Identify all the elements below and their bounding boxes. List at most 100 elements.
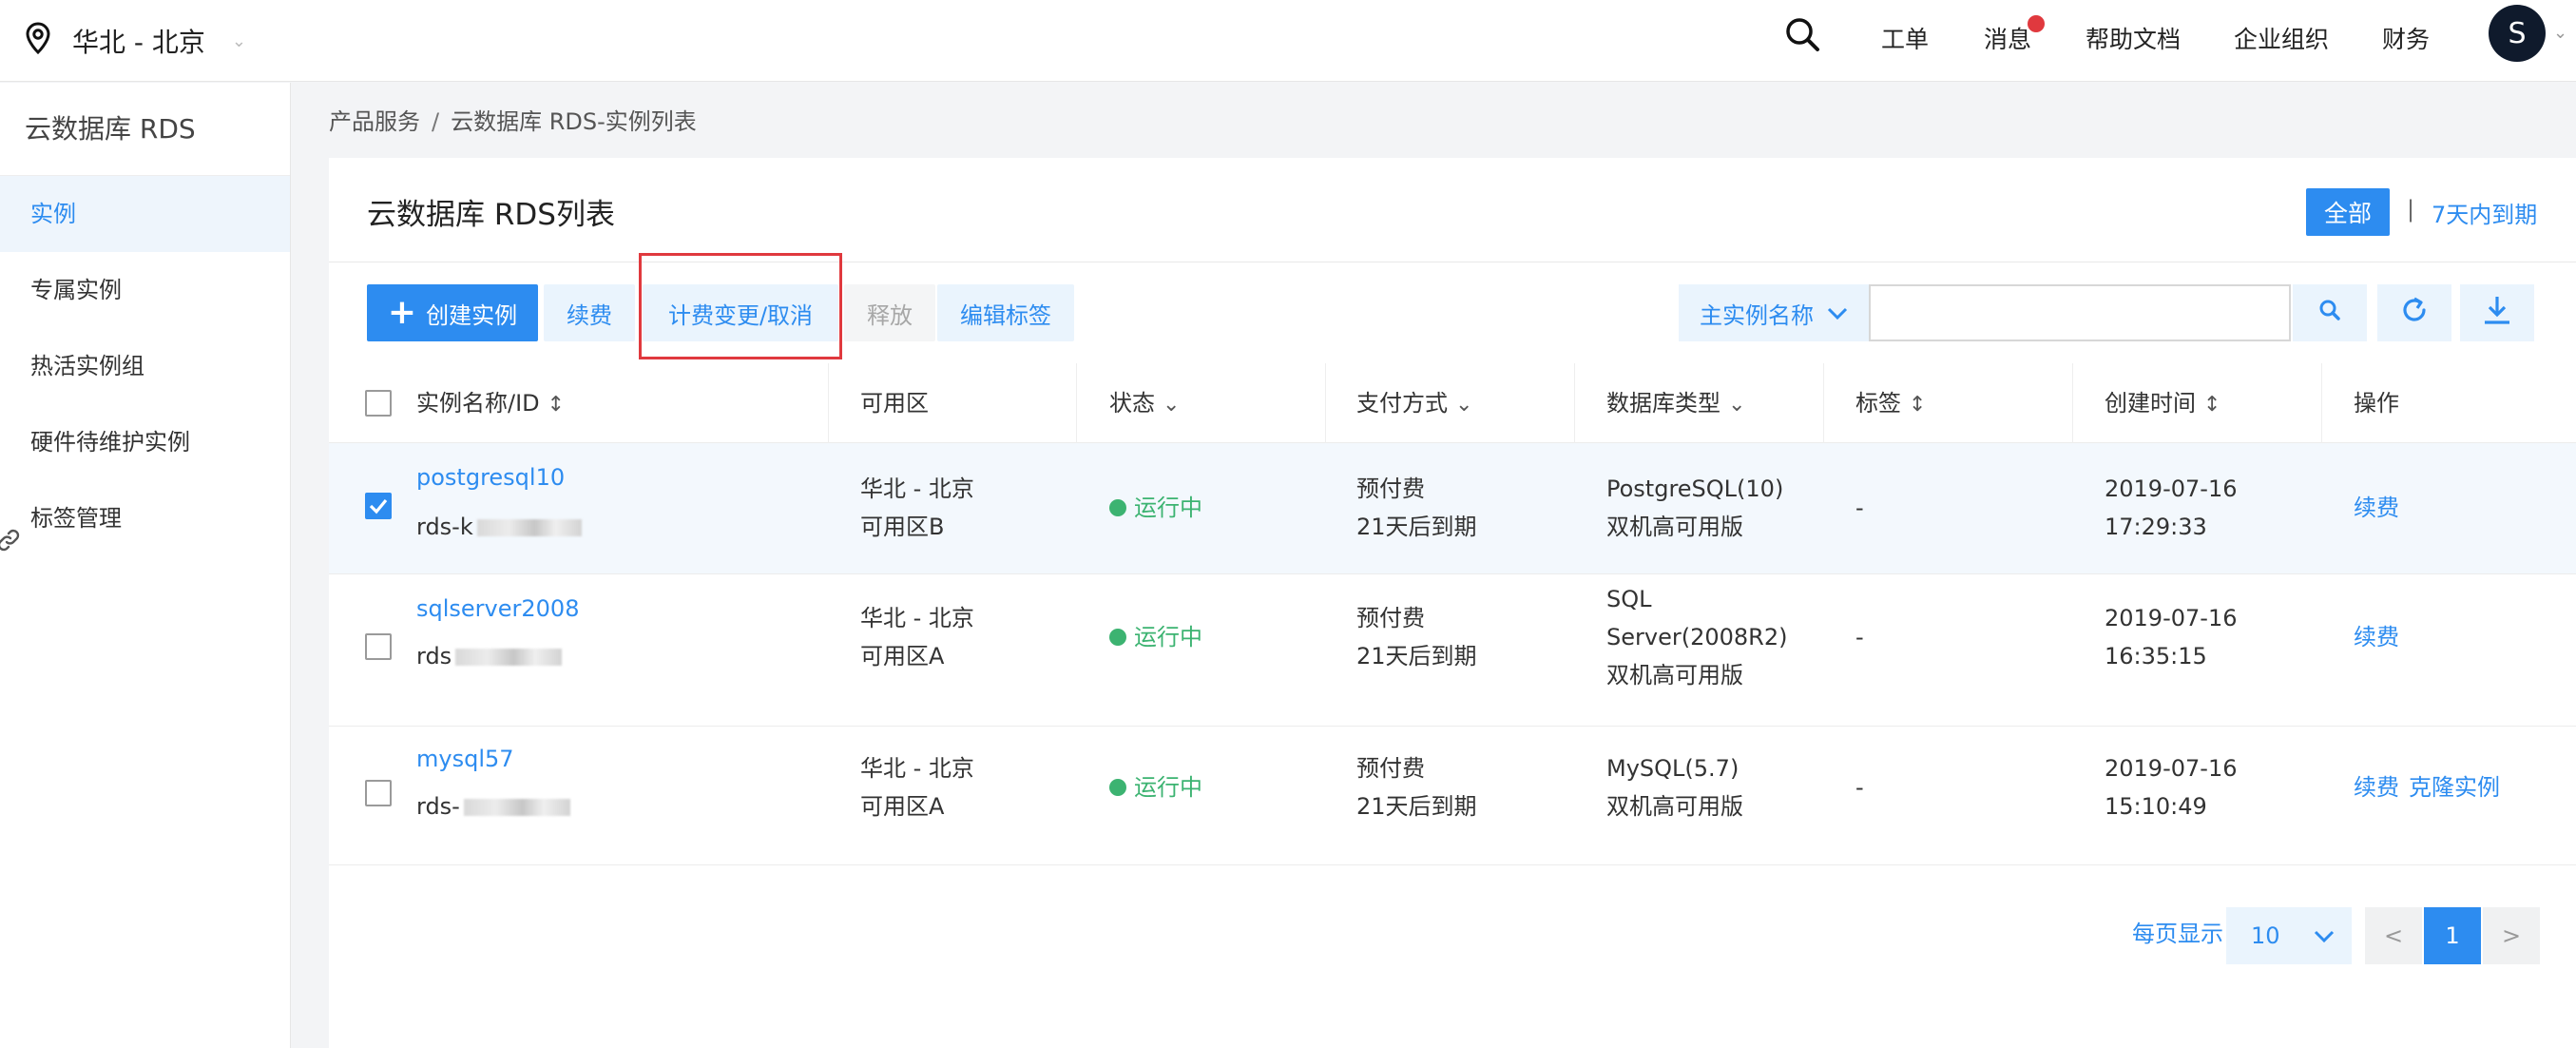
sidebar-item-label: 硬件待维护实例 xyxy=(30,429,190,456)
chevron-down-icon: ⌄ xyxy=(1455,393,1473,417)
zone-name: 可用区A xyxy=(860,643,945,670)
sidebar-item-label: 专属实例 xyxy=(30,277,122,303)
sidebar-item-tag-management[interactable]: 标签管理 xyxy=(0,480,290,556)
db-edition: 双机高可用版 xyxy=(1606,793,1743,820)
payment-expiry: 21天后到期 xyxy=(1356,643,1477,670)
page-title: 云数据库 RDS列表 xyxy=(367,198,615,232)
table-header: 实例名称/ID ↕ 可用区 状态 ⌄ 支付方式 ⌄ 数据库类型 ⌄ 标签 ↕ 创建时间 ↕ … xyxy=(329,363,2576,443)
header-actions: 操作 xyxy=(2354,390,2399,417)
download-icon xyxy=(2481,294,2513,332)
payment-type: 预付费 xyxy=(1356,605,1425,631)
renew-link[interactable]: 续费 xyxy=(2354,618,2399,656)
header-name[interactable]: 实例名称/ID ↕ xyxy=(416,363,565,443)
sort-icon: ↕ xyxy=(2203,393,2221,417)
nav-docs[interactable]: 帮助文档 xyxy=(2086,21,2181,59)
top-bar: 华北 - 北京 ⌄ 工单 消息 帮助文档 企业组织 财务 S ⌄ xyxy=(0,0,2576,82)
sidebar-item-hot-active-group[interactable]: 热活实例组 xyxy=(0,328,290,404)
renew-link[interactable]: 续费 xyxy=(2354,489,2399,527)
header-tags[interactable]: 标签 ↕ xyxy=(1855,363,1926,443)
per-page-select[interactable]: 10 xyxy=(2226,907,2352,964)
download-button[interactable] xyxy=(2460,284,2534,341)
edit-tags-button[interactable]: 编辑标签 xyxy=(937,284,1074,341)
header-db-type[interactable]: 数据库类型 ⌄ xyxy=(1606,363,1745,443)
status-badge: 运行中 xyxy=(1109,489,1202,527)
search-field-selector[interactable]: 主实例名称 xyxy=(1679,284,1869,341)
chevron-down-icon[interactable]: ⌄ xyxy=(2553,23,2567,43)
search-icon xyxy=(2318,299,2341,327)
release-button[interactable]: 释放 xyxy=(844,284,935,341)
avatar[interactable]: S xyxy=(2489,5,2546,62)
sidebar-item-instances[interactable]: 实例 xyxy=(0,176,290,252)
page-1-button[interactable]: 1 xyxy=(2424,907,2481,964)
nav-finance[interactable]: 财务 xyxy=(2382,21,2430,59)
payment-type: 预付费 xyxy=(1356,475,1425,502)
plus-icon: + xyxy=(387,293,417,332)
region-label: 华北 - 北京 xyxy=(72,27,205,58)
status-dot xyxy=(1109,779,1126,796)
nav-messages[interactable]: 消息 xyxy=(1984,15,2046,59)
created-date: 2019-07-16 xyxy=(2105,755,2238,782)
created-time: 15:10:49 xyxy=(2105,793,2207,820)
instance-name-link[interactable]: postgresql10 xyxy=(416,458,565,496)
select-all-checkbox[interactable] xyxy=(365,390,392,417)
breadcrumb-separator: / xyxy=(432,108,440,135)
filter-all-button[interactable]: 全部 xyxy=(2306,188,2390,236)
sidebar-item-dedicated[interactable]: 专属实例 xyxy=(0,252,290,328)
sidebar-item-hardware-maintenance[interactable]: 硬件待维护实例 xyxy=(0,404,290,480)
redacted-mask xyxy=(463,799,570,816)
instance-id: rds- xyxy=(416,787,570,825)
table-row[interactable]: sqlserver2008 rds 华北 - 北京 可用区A 运行中 预付费 2… xyxy=(329,574,2576,727)
search-input[interactable] xyxy=(1869,284,2291,341)
next-page-button[interactable]: > xyxy=(2483,907,2540,964)
create-instance-label: 创建实例 xyxy=(426,301,518,329)
search-icon[interactable] xyxy=(1783,15,1821,65)
location-pin-icon xyxy=(25,21,51,61)
clone-instance-link[interactable]: 克隆实例 xyxy=(2409,768,2500,806)
header-status-label: 状态 xyxy=(1109,390,1155,417)
chevron-down-icon xyxy=(2314,922,2335,949)
create-instance-button[interactable]: + 创建实例 xyxy=(367,284,538,341)
column-separator xyxy=(1076,363,1077,443)
sidebar-item-label: 标签管理 xyxy=(30,505,122,532)
table-row[interactable]: postgresql10 rds-k 华北 - 北京 可用区B 运行中 预付费 … xyxy=(329,443,2576,574)
sidebar-title: 云数据库 RDS xyxy=(0,83,290,176)
header-payment[interactable]: 支付方式 ⌄ xyxy=(1356,363,1472,443)
search-submit-button[interactable] xyxy=(2293,284,2367,341)
renew-link[interactable]: 续费 xyxy=(2354,768,2399,806)
table-row[interactable]: mysql57 rds- 华北 - 北京 可用区A 运行中 预付费 21天后到期… xyxy=(329,727,2576,865)
renew-button[interactable]: 续费 xyxy=(544,284,635,341)
sidebar-item-label: 热活实例组 xyxy=(30,353,144,379)
header-status[interactable]: 状态 ⌄ xyxy=(1109,363,1180,443)
zone-name: 可用区B xyxy=(860,514,945,540)
instance-id-text: rds-k xyxy=(416,514,473,540)
sidebar: 云数据库 RDS 实例 专属实例 热活实例组 硬件待维护实例 标签管理 xyxy=(0,83,291,1048)
status-dot xyxy=(1109,499,1126,516)
db-edition: 双机高可用版 xyxy=(1606,514,1743,540)
link-icon xyxy=(0,507,21,583)
prev-page-button[interactable]: < xyxy=(2365,907,2422,964)
row-checkbox[interactable] xyxy=(365,780,392,806)
refresh-button[interactable] xyxy=(2377,284,2451,341)
instance-name-link[interactable]: sqlserver2008 xyxy=(416,590,579,628)
instance-id: rds-k xyxy=(416,508,582,546)
column-separator xyxy=(1325,363,1326,443)
filter-expiring-link[interactable]: 7天内到期 xyxy=(2432,196,2537,229)
payment-expiry: 21天后到期 xyxy=(1356,514,1477,540)
nav-org[interactable]: 企业组织 xyxy=(2234,21,2329,59)
header-created[interactable]: 创建时间 ↕ xyxy=(2105,363,2220,443)
created-date: 2019-07-16 xyxy=(2105,605,2238,631)
breadcrumb: 产品服务 / 云数据库 RDS-实例列表 xyxy=(329,103,697,136)
row-checkbox[interactable] xyxy=(365,493,392,519)
instance-name-link[interactable]: mysql57 xyxy=(416,740,514,778)
header-created-label: 创建时间 xyxy=(2105,390,2196,417)
breadcrumb-root[interactable]: 产品服务 xyxy=(329,108,420,135)
billing-change-button[interactable]: 计费变更/取消 xyxy=(643,284,838,341)
db-type: SQL xyxy=(1606,586,1652,612)
header-payment-label: 支付方式 xyxy=(1356,390,1448,417)
breadcrumb-current: 云数据库 RDS-实例列表 xyxy=(451,108,697,135)
nav-ticket[interactable]: 工单 xyxy=(1881,21,1929,59)
row-checkbox[interactable] xyxy=(365,633,392,660)
region-selector[interactable]: 华北 - 北京 ⌄ xyxy=(25,17,246,65)
payment-type: 预付费 xyxy=(1356,755,1425,782)
per-page-label: 每页显示 xyxy=(2132,921,2223,947)
